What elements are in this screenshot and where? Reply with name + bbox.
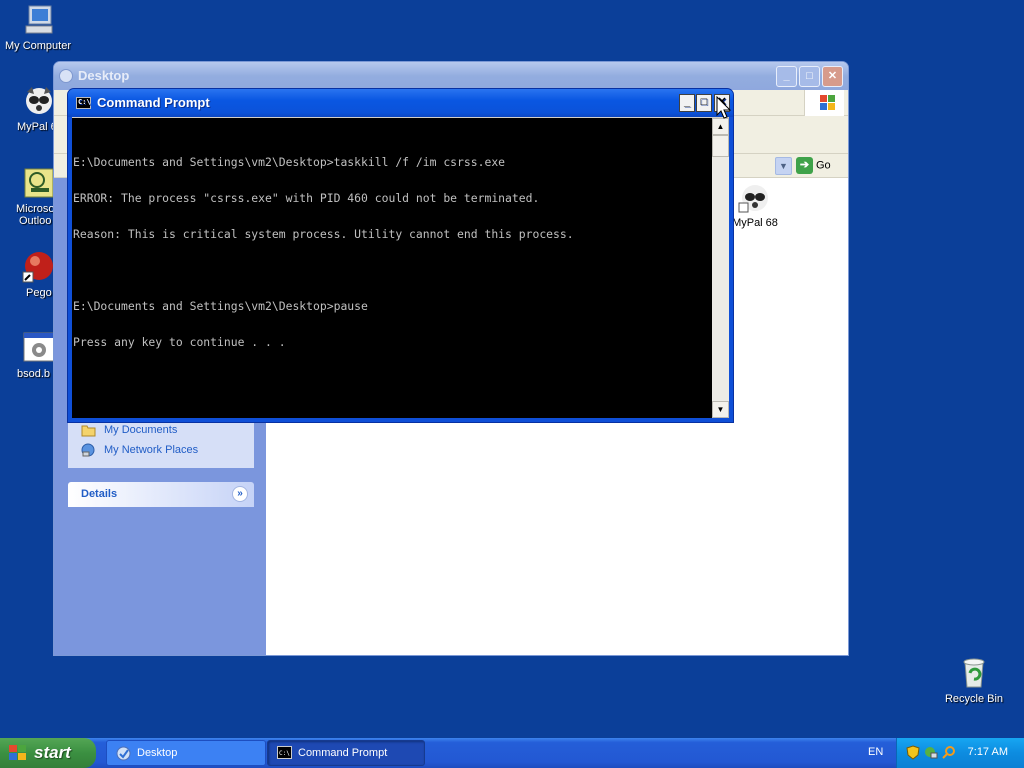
outlook-icon <box>22 166 55 200</box>
console-output: E:\Documents and Settings\vm2\Desktop>ta… <box>72 132 711 372</box>
desktop-icon-label: Recycle Bin <box>944 693 1004 705</box>
desktop-icon-recycle-bin[interactable]: Recycle Bin <box>936 656 1012 705</box>
my-computer-icon <box>21 3 55 37</box>
maximize-button[interactable]: □ <box>696 94 712 112</box>
mouse-cursor-icon <box>716 96 732 119</box>
console-line: Press any key to continue . . . <box>73 335 286 349</box>
search-icon[interactable] <box>942 745 956 760</box>
address-dropdown-button[interactable]: ▼ <box>775 157 792 175</box>
batch-file-icon <box>22 331 55 365</box>
link-my-network-places[interactable]: My Network Places <box>68 440 254 460</box>
console-line: E:\Documents and Settings\vm2\Desktop>ta… <box>73 155 506 169</box>
details-label: Details <box>81 488 118 500</box>
folder-icon <box>59 69 73 83</box>
network-icon <box>81 443 96 457</box>
svg-text:C:\: C:\ <box>279 750 290 757</box>
console-area[interactable]: E:\Documents and Settings\vm2\Desktop>ta… <box>72 117 729 418</box>
taskbar-button-label: Desktop <box>137 747 178 759</box>
desktop-icon-label: Outloo <box>19 215 52 227</box>
console-icon: C:\ <box>76 97 91 109</box>
raccoon-icon <box>22 84 55 118</box>
chevron-down-icon[interactable]: » <box>232 486 248 502</box>
desktop-icon-pego[interactable]: Pego <box>0 250 55 299</box>
other-places-panel: My Documents My Network Places <box>68 418 254 468</box>
details-panel-header[interactable]: Details » <box>68 482 254 507</box>
system-tray: 7:17 AM <box>896 738 1024 768</box>
go-label: Go <box>816 159 831 172</box>
explorer-title: Desktop <box>78 68 130 83</box>
start-button[interactable]: start <box>0 738 96 768</box>
console-line: Reason: This is critical system process.… <box>73 227 574 241</box>
scroll-down-arrow-icon[interactable]: ▼ <box>712 401 729 418</box>
network-icon[interactable] <box>924 745 938 760</box>
language-indicator[interactable]: EN <box>868 746 883 758</box>
desktop-icon-mypal[interactable]: MyPal 6 <box>0 84 55 133</box>
console-line: ERROR: The process "csrss.exe" with PID … <box>73 191 540 205</box>
start-label: start <box>34 743 71 762</box>
clock[interactable]: 7:17 AM <box>968 746 1008 758</box>
desktop: My Computer MyPal 6 Microso Outloo Pego … <box>0 0 1024 738</box>
desktop-icon-label: bsod.b <box>17 368 51 380</box>
console-icon: C:\ <box>277 746 292 761</box>
raccoon-icon <box>738 181 772 215</box>
folder-icon <box>116 746 131 761</box>
minimize-button[interactable]: _ <box>679 94 695 112</box>
go-button[interactable]: ➔ Go <box>796 157 836 175</box>
explorer-titlebar[interactable]: Desktop _ □ ✕ <box>54 62 848 90</box>
console-line: ​ <box>73 264 711 276</box>
link-label: My Network Places <box>104 444 199 456</box>
maximize-button[interactable]: □ <box>799 66 820 87</box>
cmd-title: Command Prompt <box>97 95 210 110</box>
taskbar-button-label: Command Prompt <box>298 747 388 759</box>
close-button[interactable]: ✕ <box>822 66 843 87</box>
windows-logo-icon <box>804 90 844 116</box>
scroll-thumb[interactable] <box>712 135 729 157</box>
desktop-icon-label: Microso <box>16 203 55 215</box>
vertical-scrollbar[interactable]: ▲ ▼ <box>712 118 729 418</box>
desktop-icon-bsod[interactable]: bsod.b <box>0 331 55 380</box>
taskbar: start Desktop C:\ Command Prompt EN 7:17… <box>0 738 1024 768</box>
desktop-icon-my-computer[interactable]: My Computer <box>0 3 76 52</box>
link-label: My Documents <box>104 424 178 436</box>
taskbar-button-command-prompt[interactable]: C:\ Command Prompt <box>267 740 425 766</box>
minimize-button[interactable]: _ <box>776 66 797 87</box>
console-line: E:\Documents and Settings\vm2\Desktop>pa… <box>73 299 368 313</box>
link-my-documents[interactable]: My Documents <box>68 420 254 440</box>
desktop-icon-label: MyPal 6 <box>17 121 55 133</box>
cmd-titlebar[interactable]: C:\ Command Prompt _ □ ✕ <box>68 89 733 117</box>
desktop-icon-label: My Computer <box>4 40 72 52</box>
cmd-window[interactable]: C:\ Command Prompt _ □ ✕ E:\Documents an… <box>67 88 734 423</box>
pego-icon <box>22 250 55 284</box>
desktop-icon-label: Pego <box>26 287 52 299</box>
taskbar-button-desktop[interactable]: Desktop <box>106 740 266 766</box>
security-shield-icon[interactable] <box>906 745 920 760</box>
windows-flag-icon <box>9 745 27 761</box>
recycle-bin-icon <box>957 656 991 690</box>
desktop-icon-outlook[interactable]: Microso Outloo <box>0 166 55 227</box>
go-arrow-icon: ➔ <box>796 157 813 174</box>
folder-icon <box>81 423 96 437</box>
